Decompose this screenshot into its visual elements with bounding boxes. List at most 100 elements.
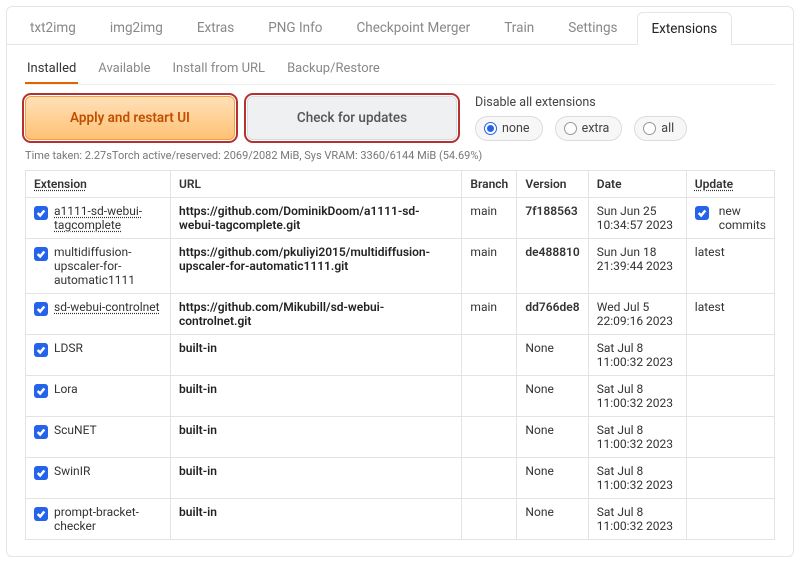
disable-label: Disable all extensions [475,95,687,110]
th-version: Version [517,171,588,198]
extension-url: https://github.com/pkuliyi2015/multidiff… [171,239,462,294]
extension-version: None [517,417,588,458]
table-header-row: Extension URL Branch Version Date Update [26,171,775,198]
extension-date: Sat Jul 8 11:00:32 2023 [588,499,686,540]
extensions-panel: Installed Available Install from URL Bac… [7,44,793,550]
checkbox-icon[interactable] [34,425,48,439]
radio-extra[interactable]: extra [555,116,623,141]
table-row: multidiffusion-upscaler-for-automatic111… [26,239,775,294]
extension-version: None [517,335,588,376]
extension-date: Sun Jun 18 21:39:44 2023 [588,239,686,294]
tab-train[interactable]: Train [489,11,549,44]
extension-name: LDSR [54,341,83,355]
th-extension[interactable]: Extension [26,171,171,198]
th-update[interactable]: Update [686,171,774,198]
extensions-table: Extension URL Branch Version Date Update… [25,170,775,540]
disable-radios: none extra all [475,116,687,141]
extension-branch: main [462,239,517,294]
extension-url: https://github.com/DominikDoom/a1111-sd-… [171,198,462,239]
extension-url: built-in [171,376,462,417]
checkbox-icon[interactable] [34,206,48,220]
extension-date: Sat Jul 8 11:00:32 2023 [588,417,686,458]
subtab-install-url[interactable]: Install from URL [170,55,267,84]
extension-url: built-in [171,499,462,540]
tab-checkpoint-merger[interactable]: Checkpoint Merger [341,11,485,44]
main-tabs: txt2img img2img Extras PNG Info Checkpoi… [7,7,793,44]
extension-update [686,335,774,376]
checkbox-icon[interactable] [34,302,48,316]
checkbox-icon[interactable] [695,206,709,220]
extension-url: https://github.com/Mikubill/sd-webui-con… [171,294,462,335]
extension-date: Sun Jun 25 10:34:57 2023 [588,198,686,239]
update-text: new commits [719,204,766,232]
radio-none[interactable]: none [475,116,543,141]
extension-branch: main [462,294,517,335]
tab-png-info[interactable]: PNG Info [253,11,337,44]
extension-update [686,458,774,499]
check-updates-button[interactable]: Check for updates [247,96,457,140]
subtab-available[interactable]: Available [96,55,152,84]
extension-name: sd-webui-controlnet [54,300,160,314]
extension-branch [462,417,517,458]
checkbox-icon[interactable] [34,466,48,480]
extension-version: de488810 [517,239,588,294]
apply-restart-button[interactable]: Apply and restart UI [25,96,235,140]
tab-settings[interactable]: Settings [553,11,632,44]
extension-update [686,499,774,540]
table-row: LDSRbuilt-inNoneSat Jul 8 11:00:32 2023 [26,335,775,376]
extension-branch [462,376,517,417]
table-row: SwinIR built-in NoneSat Jul 8 11:00:32 202… [26,458,775,499]
subtab-backup-restore[interactable]: Backup/Restore [285,55,382,84]
extension-date: Sat Jul 8 11:00:32 2023 [588,376,686,417]
extension-branch [462,458,517,499]
radio-dot-icon [564,122,577,135]
extension-version: None [517,458,588,499]
radio-dot-icon [484,122,497,135]
extension-update: latest [686,239,774,294]
checkbox-icon[interactable] [34,343,48,357]
disable-extensions-block: Disable all extensions none extra all [475,95,687,141]
table-row: prompt-bracket-checkerbuilt-inNoneSat Ju… [26,499,775,540]
extension-date: Sat Jul 8 11:00:32 2023 [588,458,686,499]
radio-extra-label: extra [582,121,610,136]
table-row: sd-webui-controlnet https://github.com/Mi… [26,294,775,335]
extension-version: dd766de8 [517,294,588,335]
timing-text: Time taken: 2.27sTorch active/reserved: … [25,149,775,162]
extension-branch: main [462,198,517,239]
radio-none-label: none [502,121,530,136]
th-branch: Branch [462,171,517,198]
app-panel: txt2img img2img Extras PNG Info Checkpoi… [6,6,794,557]
extension-date: Wed Jul 5 22:09:16 2023 [588,294,686,335]
extension-update [686,417,774,458]
sub-tabs: Installed Available Install from URL Bac… [25,55,775,85]
subtab-installed[interactable]: Installed [25,55,78,84]
tab-extras[interactable]: Extras [182,11,249,44]
extension-update [686,376,774,417]
extension-update: latest [686,294,774,335]
extension-name: Lora [54,382,78,396]
action-row: Apply and restart UI Check for updates D… [25,95,775,141]
tab-extensions[interactable]: Extensions [637,12,733,45]
radio-all[interactable]: all [634,116,687,141]
checkbox-icon[interactable] [34,384,48,398]
table-row: a1111-sd-webui-tagcomplete https://github… [26,198,775,239]
extension-branch [462,499,517,540]
extension-date: Sat Jul 8 11:00:32 2023 [588,335,686,376]
extension-branch [462,335,517,376]
table-row: ScuNET built-in NoneSat Jul 8 11:00:32 202… [26,417,775,458]
checkbox-icon[interactable] [34,507,48,521]
extension-url: built-in [171,417,462,458]
checkbox-icon[interactable] [34,247,48,261]
table-row: Lorabuilt-inNoneSat Jul 8 11:00:32 2023 [26,376,775,417]
extension-name: ScuNET [54,423,97,437]
tab-img2img[interactable]: img2img [95,11,178,44]
extension-update: new commits [686,198,774,239]
extension-name: SwinIR [54,464,90,478]
tab-txt2img[interactable]: txt2img [15,11,91,44]
radio-all-label: all [661,121,674,136]
extension-url: built-in [171,458,462,499]
extension-name: a1111-sd-webui-tagcomplete [54,204,162,232]
th-date: Date [588,171,686,198]
extension-name: multidiffusion-upscaler-for-automatic111… [54,245,162,287]
extension-version: 7f188563 [517,198,588,239]
